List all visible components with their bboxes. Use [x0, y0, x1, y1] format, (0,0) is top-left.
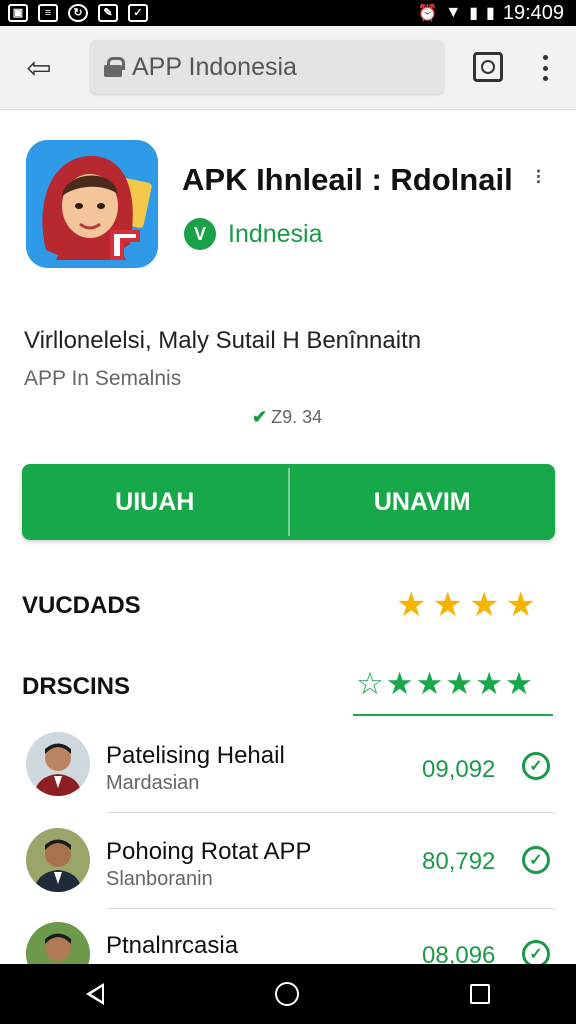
battery-icon: ▮: [486, 5, 495, 22]
alarm-icon: ⏰: [417, 5, 438, 22]
right-action-button[interactable]: UNAVIM: [290, 464, 556, 540]
star-icon: ★: [432, 586, 463, 624]
app-icon[interactable]: [26, 140, 158, 268]
rating-stars-green: ☆ ★ ★ ★ ★ ★: [356, 668, 533, 699]
check-circle-icon[interactable]: ✓: [522, 846, 550, 874]
star-icon: ★: [505, 586, 536, 624]
list-item-value: 80,792: [422, 848, 496, 875]
nav-back-icon[interactable]: [85, 983, 104, 1005]
status-right: ⏰ ▼ ▮ ▮ 19:409: [417, 2, 564, 25]
dot-icon: [542, 76, 548, 81]
left-action-button[interactable]: UIUAH: [22, 464, 288, 540]
edit-icon: ✎: [98, 4, 118, 22]
url-text: APP Indonesia: [132, 52, 297, 81]
row-divider: [106, 812, 556, 813]
back-button[interactable]: ⇦: [22, 51, 56, 85]
section-title-1: VUCDADS: [22, 592, 141, 619]
list-item-name: Patelising Hehail: [106, 742, 285, 769]
check-circle-icon[interactable]: ✓: [522, 752, 550, 780]
star-icon: ★: [445, 666, 474, 701]
tabs-button[interactable]: [473, 52, 503, 82]
rating-stars-gold: ★ ★ ★ ★: [396, 588, 536, 622]
mail-icon: ✓: [128, 4, 148, 22]
more-icon[interactable]: ⁝: [535, 164, 542, 190]
list-item-name: Pohoing Rotat APP: [106, 838, 312, 865]
verified-badge-icon: V: [184, 218, 216, 250]
lock-icon: [104, 57, 125, 77]
list-item-value: 09,092: [422, 756, 496, 783]
app-description: Virllonelelsi, Maly Sutail H Benînnaitn: [24, 327, 422, 354]
list-item[interactable]: Patelising Hehail Mardasian 09,092 ✓: [0, 732, 576, 828]
overflow-menu-button[interactable]: [536, 52, 554, 84]
star-icon: ★: [475, 666, 503, 701]
nav-recents-icon[interactable]: [470, 984, 491, 1004]
list-item[interactable]: Pohoing Rotat APP Slanboranin 80,792 ✓: [0, 828, 576, 924]
star-icon: ★: [396, 586, 427, 624]
app-subtitle: APP In Semalnis: [24, 367, 182, 390]
browser-toolbar: ⇦ APP Indonesia: [0, 26, 576, 110]
notification-icon: ▣: [8, 4, 28, 22]
star-icon: ★: [468, 586, 500, 624]
list-item-name: Ptnalnrcasia: [106, 932, 239, 959]
star-icon: ★: [385, 666, 414, 701]
star-icon: ★: [415, 666, 444, 701]
avatar: [26, 732, 90, 796]
section-title-2: DRSCINS: [22, 673, 131, 700]
status-left-icons: ▣ ≡ ↻ ✎ ✓: [8, 4, 148, 22]
version-number: Z9. 34: [271, 407, 323, 427]
star-outline-icon: ☆: [356, 666, 384, 701]
avatar-woman-icon: [26, 140, 158, 268]
section-underline: [353, 714, 553, 716]
vendor-name: Indnesia: [228, 219, 323, 248]
screen: ▣ ≡ ↻ ✎ ✓ ⏰ ▼ ▮ ▮ 19:409 ⇦ APP Indonesia: [0, 0, 576, 1024]
check-icon: ✔: [252, 407, 268, 427]
star-icon: ★: [504, 666, 533, 701]
nav-home-icon[interactable]: [274, 982, 299, 1006]
action-button-group: UIUAH UNAVIM: [22, 464, 555, 540]
dot-icon: [542, 65, 548, 71]
list-item-sub: Mardasian: [106, 772, 200, 794]
row-divider: [106, 908, 556, 909]
arrow-left-icon: ⇦: [26, 51, 52, 85]
signal-icon: ▮: [469, 5, 479, 22]
system-nav-bar: [0, 964, 576, 1024]
avatar: [26, 828, 90, 892]
vendor-row[interactable]: V Indnesia: [184, 218, 323, 250]
status-bar: ▣ ≡ ↻ ✎ ✓ ⏰ ▼ ▮ ▮ 19:409: [0, 0, 576, 26]
address-bar[interactable]: APP Indonesia: [90, 40, 444, 94]
list-item-sub: Slanboranin: [106, 868, 213, 890]
sync-icon: ↻: [68, 4, 88, 22]
version-info: ✔ Z9. 34: [252, 407, 322, 428]
document-icon: ≡: [38, 4, 58, 22]
wifi-icon: ▼: [445, 4, 462, 21]
status-time: 19:409: [502, 1, 564, 24]
person-photo-icon: [26, 732, 90, 796]
dot-icon: [542, 55, 548, 60]
app-title: APK Ihnleail : Rdolnail: [182, 162, 513, 197]
person-photo-icon: [26, 828, 90, 892]
